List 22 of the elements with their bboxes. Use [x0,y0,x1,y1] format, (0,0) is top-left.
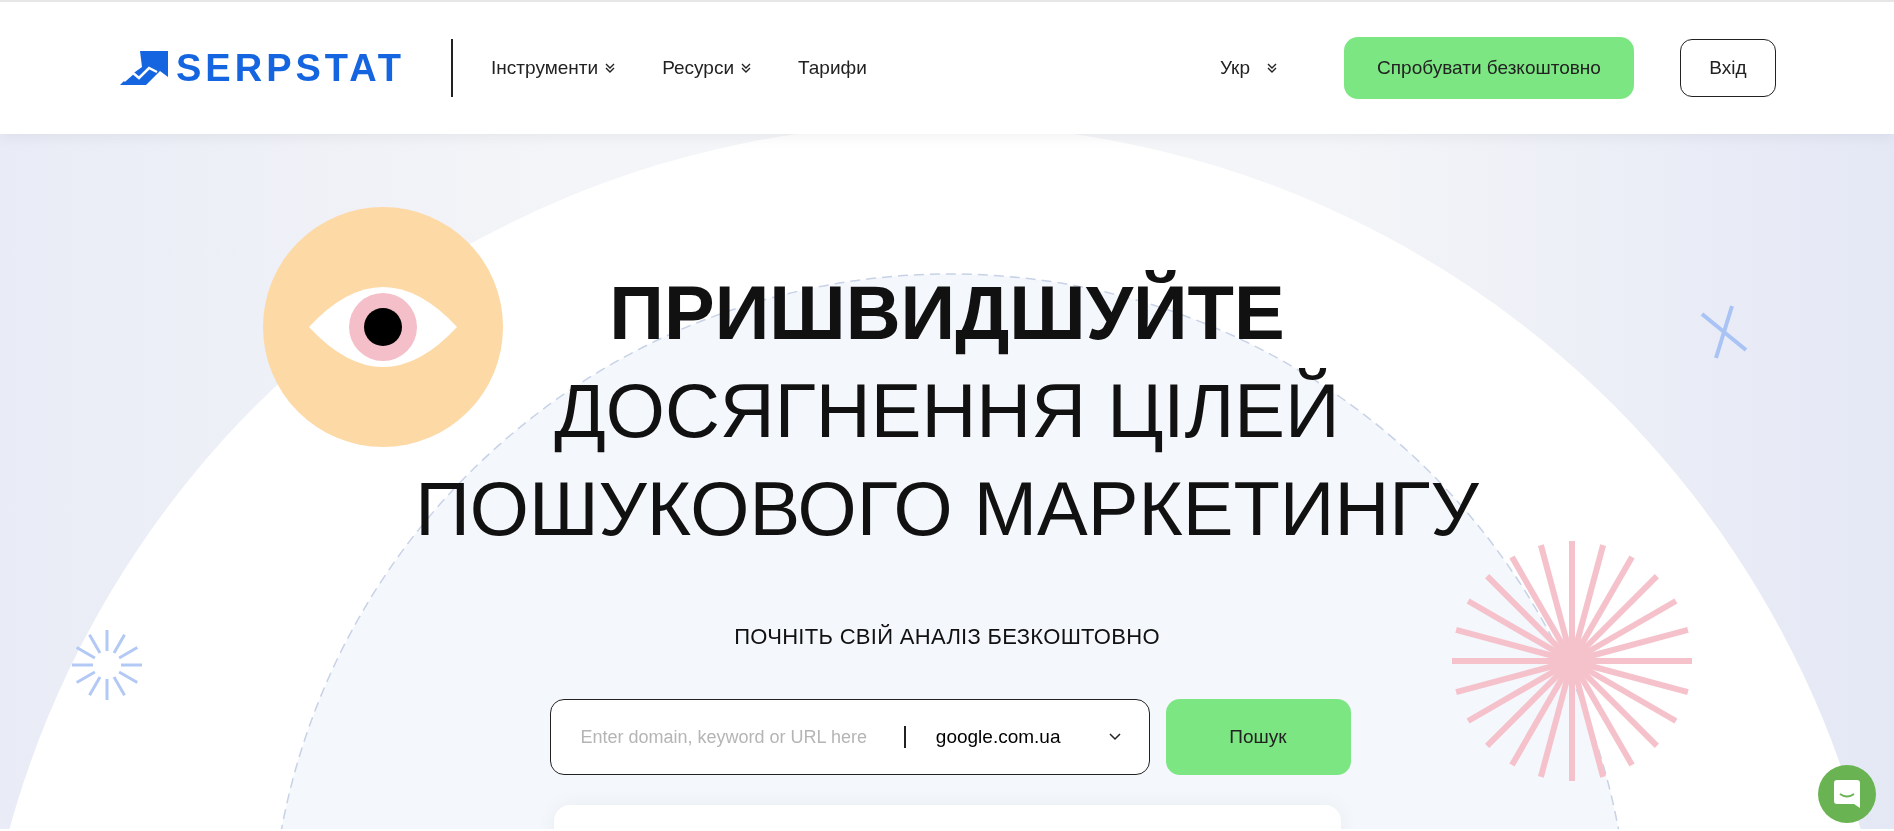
eye-icon [263,207,503,447]
chat-icon [1834,780,1860,808]
try-free-button[interactable]: Спробувати безкоштовно [1344,37,1634,99]
hero-title: ПРИШВИДШУЙТЕ [609,269,1285,357]
logo-icon [120,51,168,85]
starburst-icon [1450,539,1694,783]
hero-title: ДОСЯГНЕННЯ ЦІЛЕЙ [554,367,1340,455]
search-engine-dropdown[interactable]: google.com.ua [935,722,1121,752]
login-button[interactable]: Вхід [1680,39,1776,97]
nav-link[interactable]: Ресурси [662,53,752,83]
hero-subtitle: ПОЧНІТЬ СВІЙ АНАЛІЗ БЕЗКОШТОВНО [733,623,1161,651]
hero-title: ПОШУКОВОГО МАРКЕТИНГУ [415,465,1479,553]
nav-link[interactable]: Інструменти [491,53,617,83]
nav-link[interactable]: Тарифи [798,53,867,83]
starburst-icon [70,628,144,702]
chevron-icon [1266,62,1278,74]
search-button[interactable]: Пошук [1165,699,1351,775]
search-field[interactable]: Enter domain, keyword or URL here google.com.ua [549,699,1150,775]
chevron-icon [1108,733,1121,741]
chat-button[interactable] [1818,765,1876,823]
language-selector[interactable]: Укр [1219,53,1278,83]
logo-text[interactable]: SERPSTAT [176,39,406,97]
